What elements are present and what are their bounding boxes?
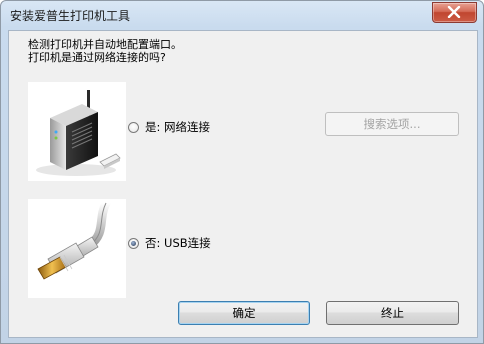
close-icon [447,6,461,18]
usb-radio[interactable] [128,237,139,249]
ok-button[interactable]: 确定 [178,301,310,325]
network-device-image [28,82,126,181]
usb-cable-image [28,198,126,298]
network-option-label: 是: 网络连接 [145,120,211,134]
stop-button[interactable]: 终止 [326,301,459,325]
dialog-body: 检测打印机并自动地配置端口。 打印机是通过网络连接的吗? 是: 网络连接 搜索选… [8,30,478,338]
dialog-window: 安装爱普生打印机工具 检测打印机并自动地配置端口。 打印机是通过网络连接的吗? [0,0,484,344]
prompt-text: 检测打印机并自动地配置端口。 打印机是通过网络连接的吗? [28,38,182,64]
search-options-button[interactable]: 搜索选项... [325,112,459,136]
network-connection-option[interactable]: 是: 网络连接 [128,119,210,135]
network-printer-router-icon [36,90,121,176]
prompt-line-1: 检测打印机并自动地配置端口。 [28,38,182,51]
network-radio[interactable] [128,121,139,133]
window-title: 安装爱普生打印机工具 [10,9,131,23]
title-bar[interactable]: 安装爱普生打印机工具 [1,1,483,29]
usb-cable-icon [37,198,111,280]
usb-option-label: 否: USB连接 [145,236,211,250]
close-button[interactable] [432,2,477,23]
prompt-line-2: 打印机是通过网络连接的吗? [28,51,166,64]
usb-connection-option[interactable]: 否: USB连接 [128,235,211,251]
